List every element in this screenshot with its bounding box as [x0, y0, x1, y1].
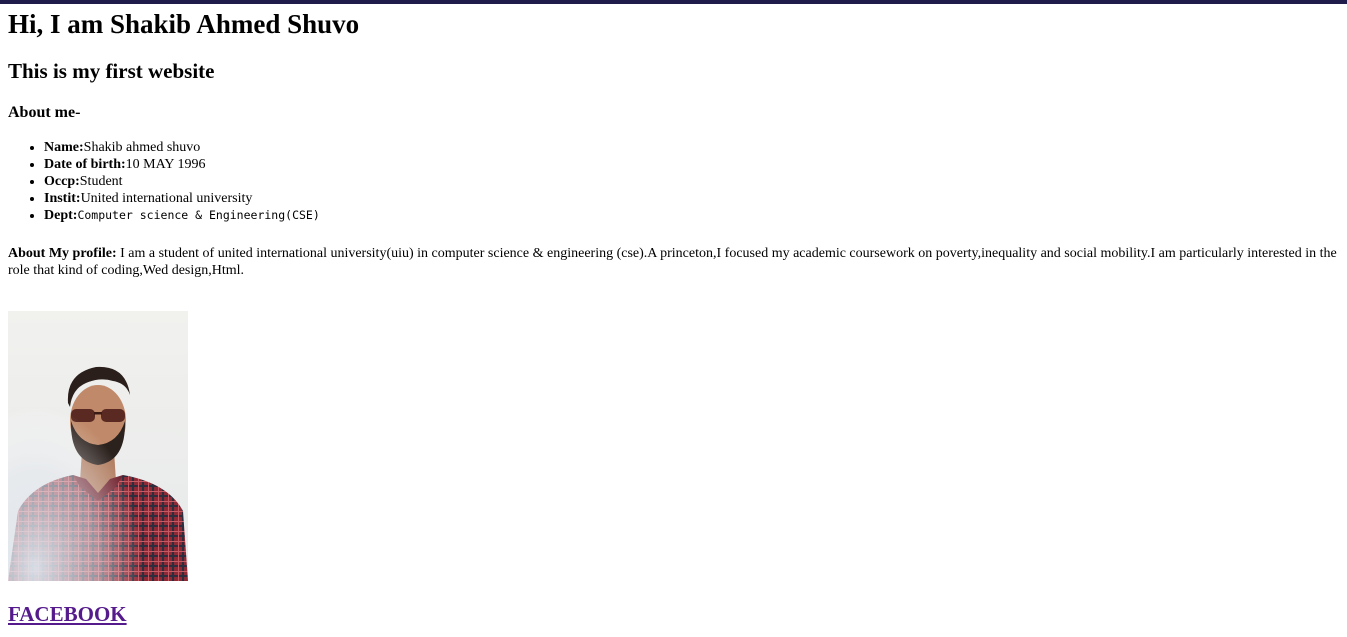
- page-content: Hi, I am Shakib Ahmed Shuvo This is my f…: [8, 4, 1340, 627]
- department-label: Dept:: [44, 208, 78, 223]
- about-list: Name:Shakib ahmed shuvo Date of birth:10…: [8, 139, 1340, 224]
- dob-value: 10 MAY 1996: [125, 157, 206, 172]
- institution-label: Instit:: [44, 191, 81, 206]
- profile-text: I am a student of united international u…: [8, 246, 1337, 278]
- dob-label: Date of birth:: [44, 157, 126, 172]
- list-item-institution: Instit:United international university: [44, 190, 1340, 207]
- list-item-name: Name:Shakib ahmed shuvo: [44, 139, 1340, 156]
- facebook-link[interactable]: FACEBOOK: [8, 601, 127, 627]
- occupation-label: Occp:: [44, 174, 80, 189]
- profile-label: About My profile:: [8, 246, 117, 261]
- name-value: Shakib ahmed shuvo: [83, 140, 201, 155]
- occupation-value: Student: [79, 174, 123, 189]
- name-label: Name:: [44, 140, 84, 155]
- list-item-department: Dept:Computer science & Engineering(CSE): [44, 207, 1340, 224]
- page-title: Hi, I am Shakib Ahmed Shuvo: [8, 9, 360, 39]
- list-item-dob: Date of birth:10 MAY 1996: [44, 156, 1340, 173]
- department-value: Computer science & Engineering(CSE): [77, 208, 320, 222]
- profile-photo: [8, 311, 188, 581]
- page-subtitle: This is my first website: [8, 59, 215, 83]
- institution-value: United international university: [80, 191, 253, 206]
- about-heading: About me-: [8, 104, 81, 121]
- list-item-occupation: Occp:Student: [44, 173, 1340, 190]
- profile-paragraph: About My profile: I am a student of unit…: [8, 245, 1340, 279]
